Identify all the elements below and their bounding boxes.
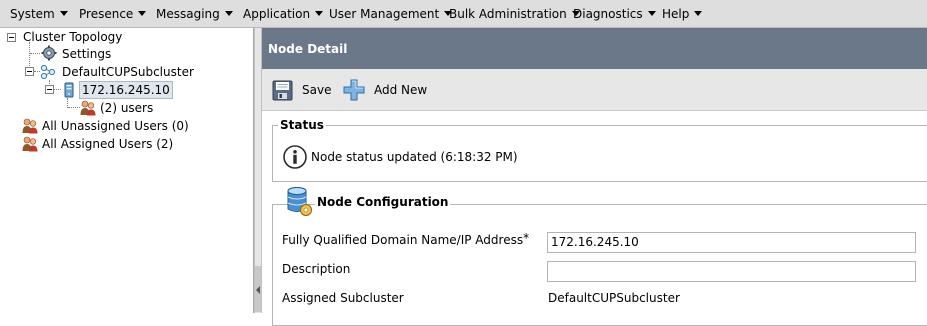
- collapse-toggle[interactable]: [7, 33, 16, 42]
- required-marker: *: [523, 231, 530, 245]
- tree-connector: [30, 53, 40, 54]
- menu-diagnostics[interactable]: Diagnostics: [573, 0, 656, 28]
- menu-bar: System Presence Messaging Application Us…: [0, 0, 927, 28]
- menu-user-management[interactable]: User Management: [329, 0, 453, 28]
- menu-label: Diagnostics: [573, 7, 643, 21]
- description-label: Description: [282, 262, 351, 276]
- assigned-subcluster-label: Assigned Subcluster: [282, 291, 404, 305]
- users-icon: [80, 100, 96, 116]
- users-icon: [22, 118, 38, 134]
- cluster-topology-tree: Cluster Topology Settings DefaultCUPSubc…: [0, 28, 254, 313]
- description-input[interactable]: [547, 261, 916, 282]
- pane-splitter[interactable]: [254, 28, 262, 313]
- add-new-button[interactable]: Add New: [374, 69, 427, 111]
- menu-messaging[interactable]: Messaging: [156, 0, 233, 28]
- subcluster-icon: [40, 64, 56, 80]
- node-configuration-legend: Node Configuration: [315, 194, 451, 210]
- menu-label: Presence: [79, 7, 134, 21]
- chevron-down-icon: [138, 11, 147, 16]
- menu-label: Application: [243, 7, 311, 21]
- chevron-down-icon: [647, 11, 656, 16]
- menu-label: User Management: [329, 7, 440, 21]
- database-config-icon: [287, 187, 312, 216]
- collapse-toggle[interactable]: [25, 67, 34, 76]
- menu-label: Help: [662, 7, 690, 21]
- menu-presence[interactable]: Presence: [79, 0, 147, 28]
- tree-item-node-users[interactable]: (2) users: [100, 100, 153, 116]
- info-icon: [283, 145, 307, 169]
- fqdn-input[interactable]: 172.16.245.10: [547, 232, 916, 253]
- tree-item-unassigned-users[interactable]: All Unassigned Users (0): [42, 118, 189, 134]
- tree-item-settings[interactable]: Settings: [62, 46, 111, 62]
- tree-item-subcluster[interactable]: DefaultCUPSubcluster: [62, 64, 194, 80]
- status-legend: Status: [278, 117, 326, 133]
- users-icon: [22, 136, 38, 152]
- menu-help[interactable]: Help: [662, 0, 703, 28]
- add-icon[interactable]: [343, 79, 365, 101]
- menu-label: Bulk Administration: [449, 7, 567, 21]
- server-icon: [64, 82, 74, 98]
- collapse-toggle[interactable]: [45, 85, 54, 94]
- tree-root-cluster-topology[interactable]: Cluster Topology: [23, 29, 122, 45]
- toolbar: Save Add New: [262, 69, 927, 111]
- save-button[interactable]: Save: [302, 69, 331, 111]
- node-detail-pane: Node Detail Save Add New Status Node sta…: [262, 28, 927, 326]
- chevron-down-icon: [315, 11, 324, 16]
- chevron-down-icon: [694, 11, 703, 16]
- fqdn-label-text: Fully Qualified Domain Name/IP Address: [282, 233, 524, 247]
- assigned-subcluster-value: DefaultCUPSubcluster: [548, 291, 680, 305]
- chevron-down-icon: [59, 11, 68, 16]
- tree-connector: [68, 107, 80, 108]
- save-icon[interactable]: [272, 80, 293, 101]
- menu-system[interactable]: System: [10, 0, 68, 28]
- menu-label: System: [10, 7, 55, 21]
- fqdn-label: Fully Qualified Domain Name/IP Address*: [282, 231, 530, 247]
- chevron-down-icon: [224, 11, 233, 16]
- status-message: Node status updated (6:18:32 PM): [311, 150, 518, 164]
- menu-application[interactable]: Application: [243, 0, 324, 28]
- tree-connector: [54, 89, 61, 90]
- gear-icon: [41, 45, 57, 61]
- menu-bulk-administration[interactable]: Bulk Administration: [449, 0, 580, 28]
- menu-label: Messaging: [156, 7, 220, 21]
- page-title: Node Detail: [262, 28, 927, 69]
- collapse-left-icon[interactable]: [256, 286, 260, 294]
- tree-item-assigned-users[interactable]: All Assigned Users (2): [42, 136, 173, 152]
- tree-item-node-selected[interactable]: 172.16.245.10: [79, 81, 173, 99]
